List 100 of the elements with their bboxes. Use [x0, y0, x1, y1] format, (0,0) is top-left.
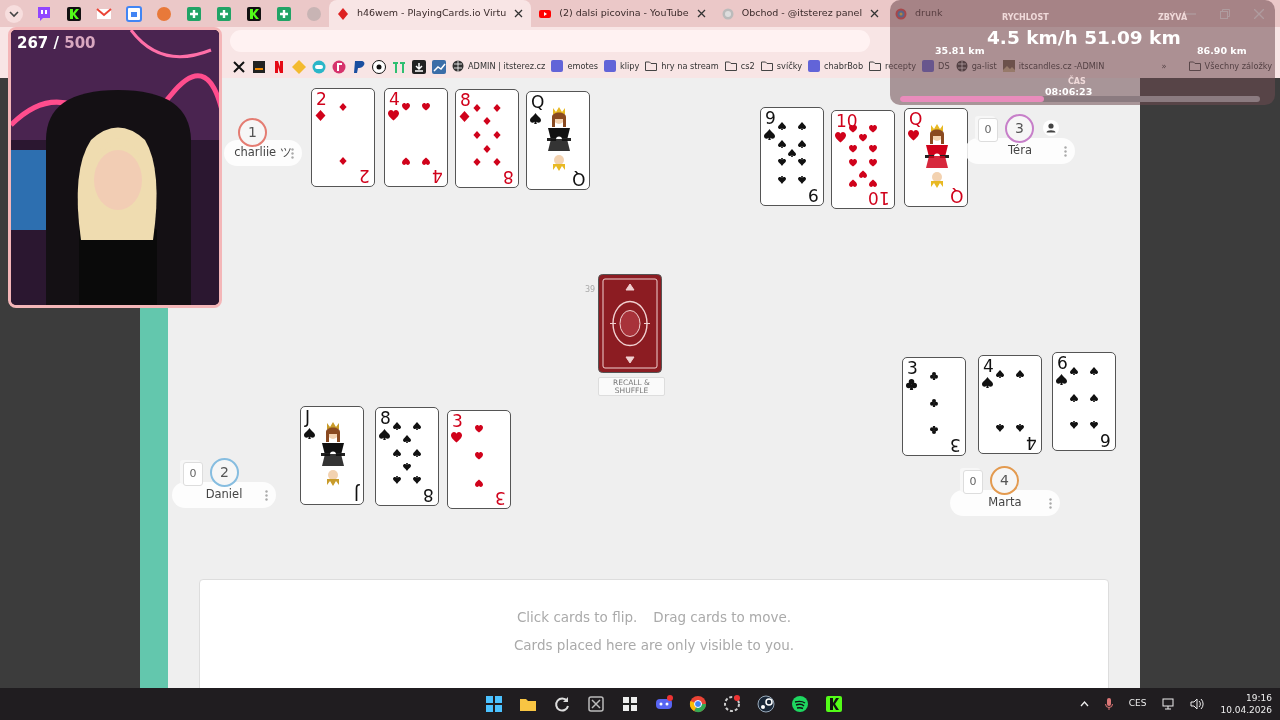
close-icon[interactable]	[870, 9, 880, 18]
wallet-icon[interactable]	[352, 59, 366, 74]
card-rank: 4	[432, 166, 443, 186]
player-name-pill[interactable]: charliie ツ	[224, 140, 302, 166]
card-rank: 3	[950, 435, 961, 455]
round-logo-icon[interactable]	[689, 695, 707, 713]
elapsed-time: 08:06:23	[1045, 85, 1093, 99]
card-rank: 8	[423, 485, 434, 505]
card-rank: 6	[1057, 353, 1068, 373]
seat-number-badge: 2	[210, 458, 239, 487]
bookmark-link[interactable]: ADMIN | itsterez.cz	[452, 60, 546, 73]
card-rank: Q	[909, 109, 923, 129]
jack-figure-drawing	[321, 422, 345, 486]
pips-drawing	[1070, 367, 1098, 429]
folder-icon	[724, 60, 737, 73]
plus-square-icon[interactable]	[216, 5, 232, 22]
playing-card[interactable]: 4 4	[978, 355, 1042, 454]
calendar-icon[interactable]	[126, 5, 142, 22]
folder-icon	[869, 60, 882, 73]
folder-icon	[645, 60, 658, 73]
seat-number-badge: 4	[990, 466, 1019, 495]
player-name-pill[interactable]: Téra	[965, 138, 1075, 164]
card-rank: Q	[571, 169, 585, 189]
playing-card[interactable]: 8 8	[375, 407, 439, 506]
distance-value: 86.90 km	[1197, 44, 1247, 58]
browser-tab[interactable]: (2) dalsi picovina - YouTube	[531, 0, 714, 27]
clock-date[interactable]: 10.04.2026	[1220, 704, 1272, 716]
clock-time[interactable]: 19:16	[1246, 692, 1272, 704]
card-rank: 9	[765, 108, 776, 128]
cross-icon[interactable]	[232, 59, 246, 74]
player-name-pill[interactable]: Daniel	[172, 482, 276, 508]
close-icon[interactable]	[514, 9, 524, 18]
hint-text: Cards placed here are only visible to you.	[513, 636, 795, 656]
chart-icon[interactable]	[432, 59, 446, 74]
playing-card[interactable]: 2 2	[311, 88, 375, 187]
player-name: Marta	[988, 494, 1022, 512]
ribbon-icon[interactable]	[272, 59, 286, 74]
playing-card[interactable]: J J	[300, 406, 364, 505]
card-rank: J	[305, 407, 310, 427]
playing-card[interactable]: 3 3	[447, 410, 511, 509]
playing-card[interactable]: Q Q	[904, 108, 968, 207]
square-icon	[551, 60, 564, 73]
plus-square-icon[interactable]	[186, 5, 202, 22]
bookmark-link[interactable]: hry na stream	[645, 60, 719, 73]
close-icon[interactable]	[696, 9, 706, 18]
globe-icon	[452, 60, 464, 73]
globe-icon	[955, 60, 968, 73]
bookmark-link[interactable]: emotes	[551, 60, 598, 73]
microphone-icon[interactable]	[1104, 698, 1113, 710]
square-icon	[603, 60, 616, 73]
square-icon[interactable]	[252, 59, 266, 74]
card-back-drawing[interactable]	[598, 274, 662, 373]
bookmark-link[interactable]: svíčky	[760, 60, 802, 73]
chat-bubble-icon[interactable]	[36, 5, 52, 22]
globe-icon	[721, 7, 734, 20]
chevron-square-icon[interactable]	[246, 5, 262, 22]
card-count: 0	[963, 470, 983, 494]
download-icon[interactable]	[412, 59, 426, 74]
hint-text: Click cards to flip.	[516, 608, 638, 627]
player-name: charliie ツ	[234, 144, 292, 162]
tab-list-icon[interactable]	[4, 4, 24, 24]
stat-label: ČAS	[1068, 76, 1086, 88]
windows-logo-icon[interactable]	[485, 695, 503, 713]
player-name: Daniel	[205, 486, 243, 504]
pips-drawing	[402, 103, 430, 165]
network-icon[interactable]	[1162, 698, 1175, 710]
speed-distance-readout: 4.5 km/h 51.09 km	[987, 26, 1181, 50]
playing-card[interactable]: 8 8	[455, 89, 519, 188]
keyboard-language[interactable]: CES	[1128, 697, 1147, 711]
player-name-pill[interactable]: Marta	[950, 490, 1060, 516]
circle-icon[interactable]	[372, 59, 386, 74]
bookmark-link[interactable]: cs2	[724, 60, 755, 73]
browser-tab[interactable]: h46wem - PlayingCards.io Virtu	[329, 0, 532, 27]
refresh-icon[interactable]	[553, 695, 571, 713]
chevron-square-icon[interactable]	[66, 5, 82, 22]
speaker-icon[interactable]	[1190, 698, 1205, 710]
plus-square-icon[interactable]	[276, 5, 292, 22]
card-rank: 9	[808, 185, 819, 205]
grid-icon[interactable]	[621, 695, 639, 713]
bookmark-link[interactable]: chabrBob	[808, 60, 864, 73]
pips-drawing	[996, 370, 1024, 432]
playing-card[interactable]: 9 9	[760, 107, 824, 206]
playing-card[interactable]: Q Q	[526, 91, 590, 190]
playing-card[interactable]: 4 4	[384, 88, 448, 187]
chevron-square-icon[interactable]	[825, 695, 843, 713]
playing-card[interactable]: 3 3	[902, 357, 966, 456]
card-rank: 4	[1026, 433, 1037, 453]
playing-card[interactable]: 6 6	[1052, 352, 1116, 451]
envelope-icon[interactable]	[96, 5, 112, 22]
card-rank: 8	[380, 408, 391, 428]
spreadsheet-icon[interactable]	[587, 695, 605, 713]
card-rank: 3	[907, 358, 918, 378]
card-rank: 2	[359, 166, 370, 186]
bookmark-link[interactable]: klipy	[603, 60, 640, 73]
card-rank: 2	[316, 89, 327, 109]
browser-tab[interactable]: Obchod - @itsterez panel	[713, 0, 888, 27]
gauge-icon[interactable]	[723, 695, 741, 713]
seat-number-badge: 1	[238, 118, 267, 147]
music-circle-icon[interactable]	[791, 695, 809, 713]
caret-up-icon[interactable]	[1079, 701, 1089, 707]
